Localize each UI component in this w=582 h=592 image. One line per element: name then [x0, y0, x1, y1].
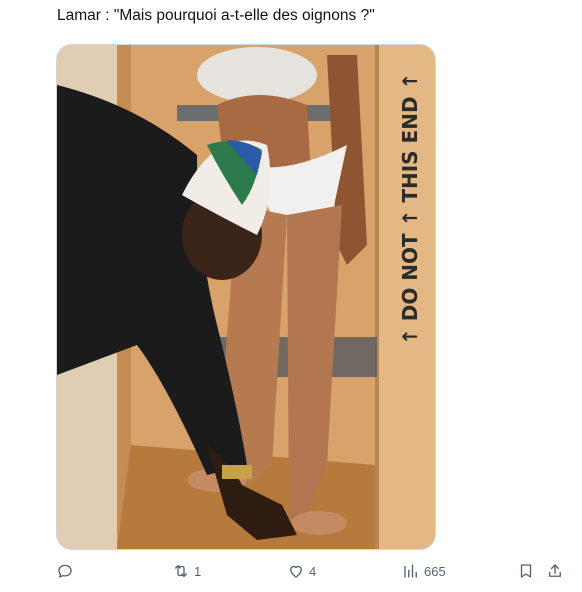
share-icon [546, 562, 564, 580]
retweet-icon [172, 562, 190, 580]
retweet-count: 1 [194, 563, 202, 579]
tweet-text: Lamar : "Mais pourquoi a-t-elle des oign… [57, 7, 375, 24]
views-icon [402, 562, 420, 580]
reply-button[interactable] [56, 558, 74, 584]
tweet-media-image[interactable]: ↑ DO NOT ↑ THIS END ↑ [56, 44, 436, 550]
bookmark-button[interactable] [517, 558, 535, 584]
like-button[interactable]: 4 [287, 558, 316, 584]
heart-icon [287, 562, 305, 580]
like-count: 4 [309, 563, 317, 579]
reply-icon [56, 562, 74, 580]
views-button[interactable]: 665 [402, 558, 446, 584]
retweet-button[interactable]: 1 [172, 558, 201, 584]
bookmark-icon [517, 562, 535, 580]
views-count: 665 [424, 563, 446, 579]
tweet-action-bar: 1 4 665 [0, 558, 582, 584]
crate-stencil-text: ↑ DO NOT ↑ THIS END ↑ [398, 73, 422, 345]
share-button[interactable] [546, 558, 564, 584]
